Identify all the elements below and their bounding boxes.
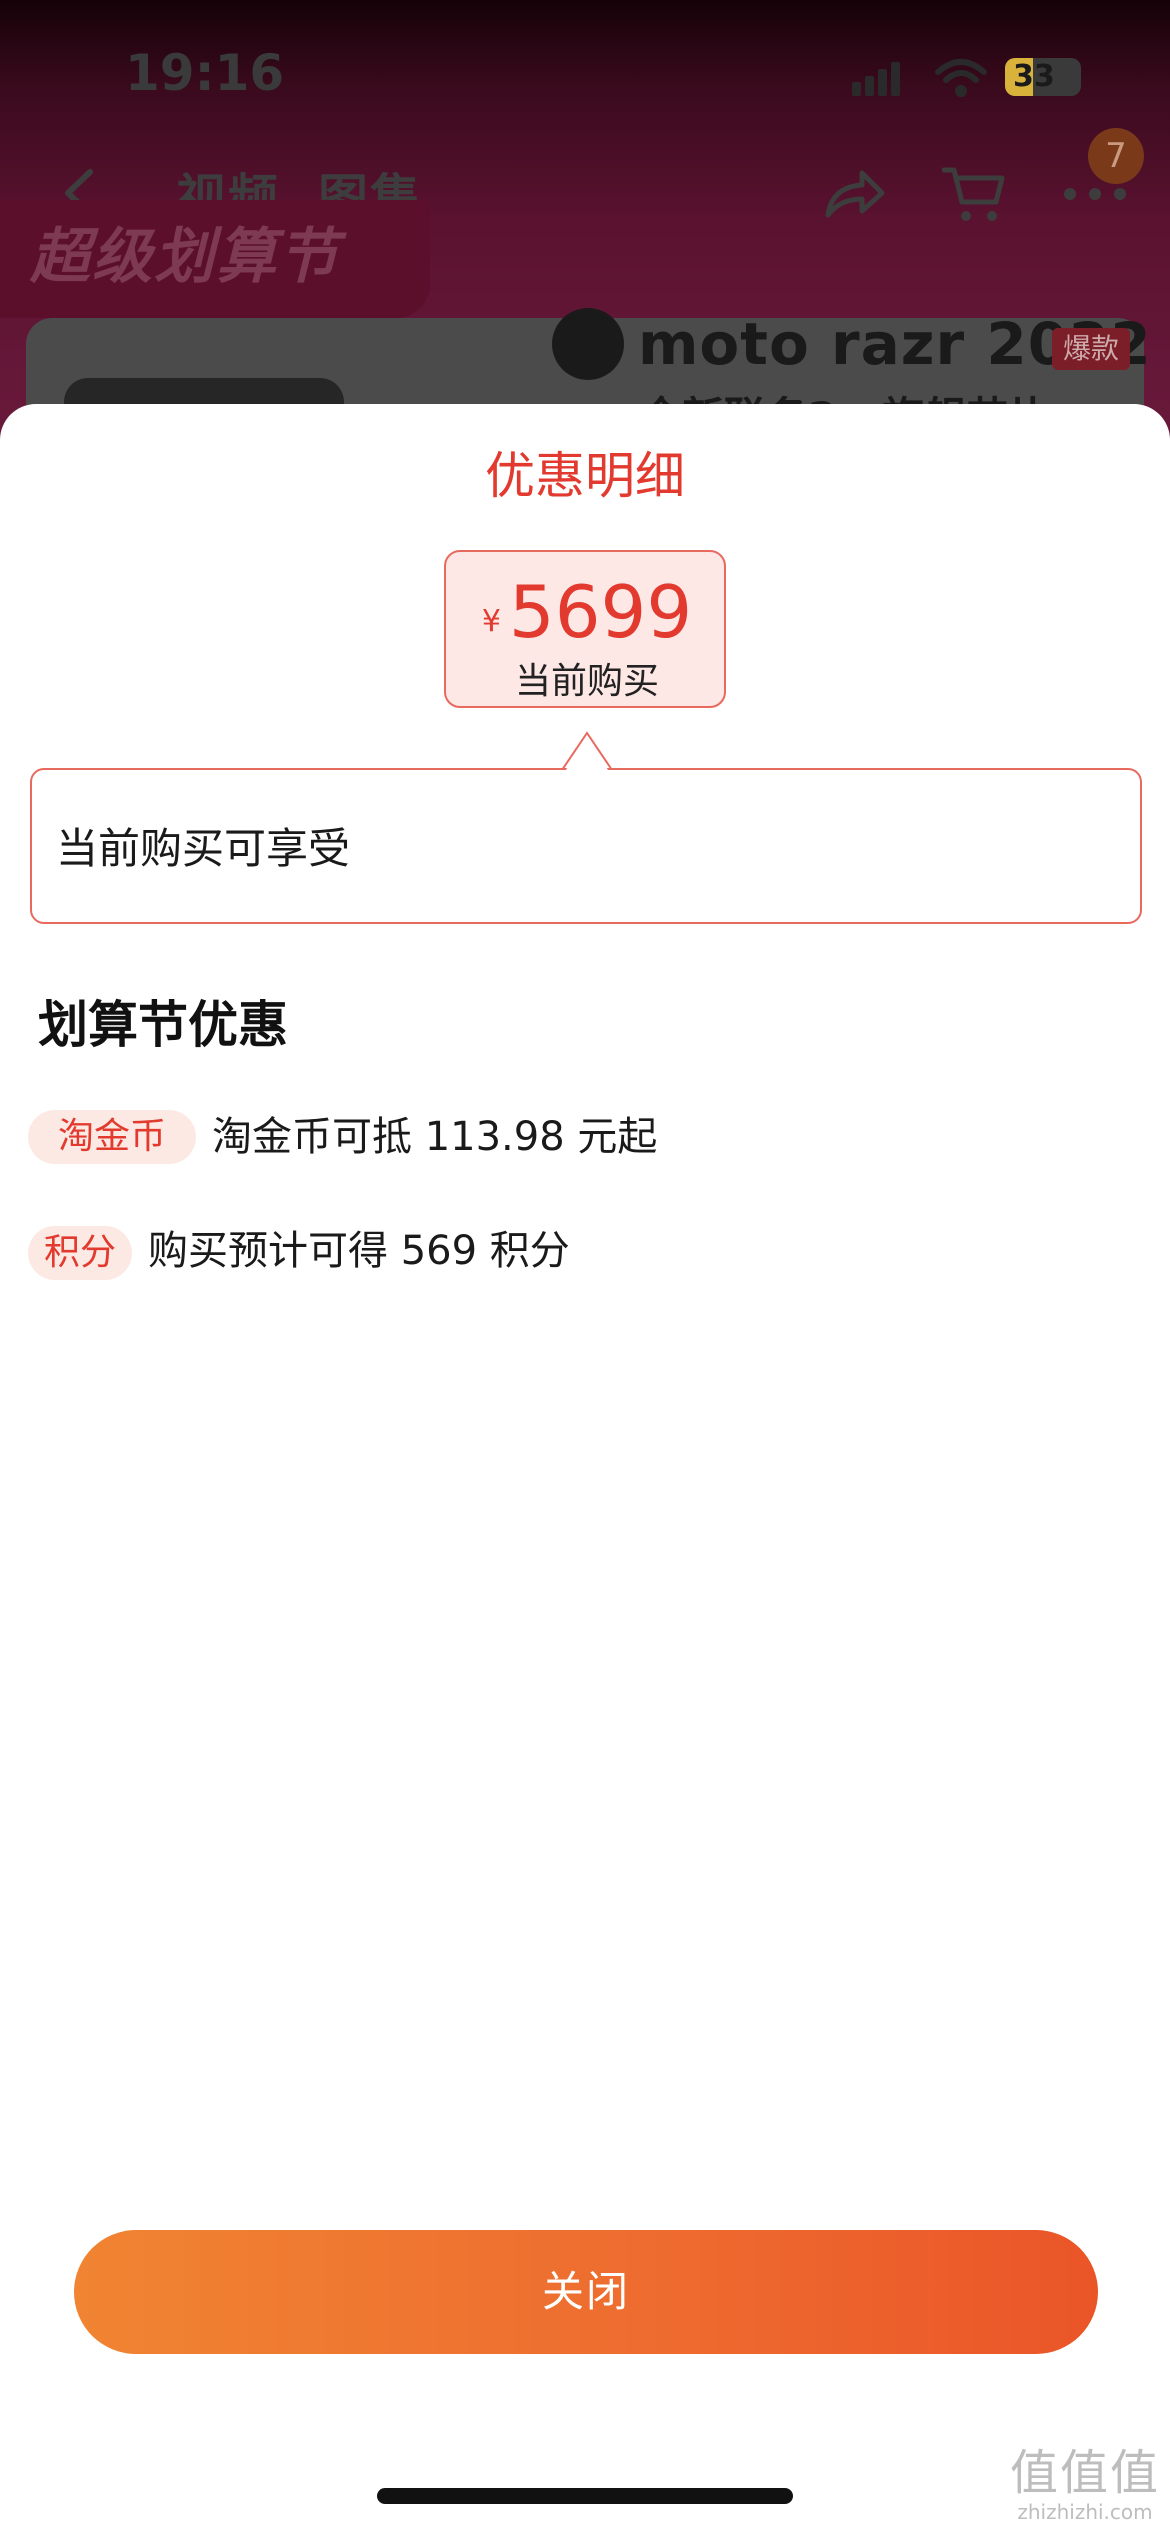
tooltip-arrow-cover — [564, 738, 610, 773]
cart-icon[interactable] — [942, 164, 1006, 224]
wifi-icon — [935, 59, 987, 97]
benefit-tag-points: 积分 — [28, 1226, 132, 1280]
benefit-text-points: 购买预计可得 569 积分 — [148, 1228, 570, 1274]
battery-icon: 33 — [1005, 58, 1081, 96]
sheet-title: 优惠明细 — [485, 447, 685, 505]
status-time: 19:16 — [125, 44, 285, 102]
watermark: 值值值 zhizhizhi.com — [1010, 2446, 1160, 2524]
price-currency: ¥ — [481, 604, 501, 639]
watermark-glyphs: 值值值 — [1010, 2445, 1161, 2501]
battery-level: 33 — [1013, 59, 1055, 94]
tooltip-text: 当前购买可享受 — [56, 824, 351, 873]
benefit-text-taojinbi: 淘金币可抵 113.98 元起 — [212, 1114, 658, 1160]
price-label: 当前购买 — [514, 661, 659, 702]
share-icon[interactable] — [822, 165, 886, 221]
cart-count-badge: 7 — [1088, 128, 1144, 184]
more-icon[interactable] — [1064, 184, 1126, 204]
hot-tag: 爆款 — [1052, 328, 1130, 370]
price-amount: 5699 — [508, 570, 693, 654]
close-button[interactable]: 关闭 — [74, 2230, 1098, 2354]
section-title: 划算节优惠 — [38, 996, 288, 1054]
watermark-url: zhizhizhi.com — [1017, 2500, 1153, 2524]
current-price-card: ¥5699 当前购买 — [444, 550, 726, 708]
background-product-page: 19:16 33 视频 图集 7 超级划算节 moto razr 2022 爆款… — [0, 0, 1170, 440]
cellular-signal-icon — [852, 62, 902, 96]
moto-logo-icon — [552, 308, 624, 380]
benefit-tag-taojinbi: 淘金币 — [28, 1110, 196, 1164]
home-indicator[interactable] — [377, 2488, 793, 2504]
discount-detail-sheet — [0, 404, 1170, 2532]
promo-banner-text: 超级划算节 — [30, 222, 340, 292]
price-line: ¥5699 — [446, 570, 728, 654]
